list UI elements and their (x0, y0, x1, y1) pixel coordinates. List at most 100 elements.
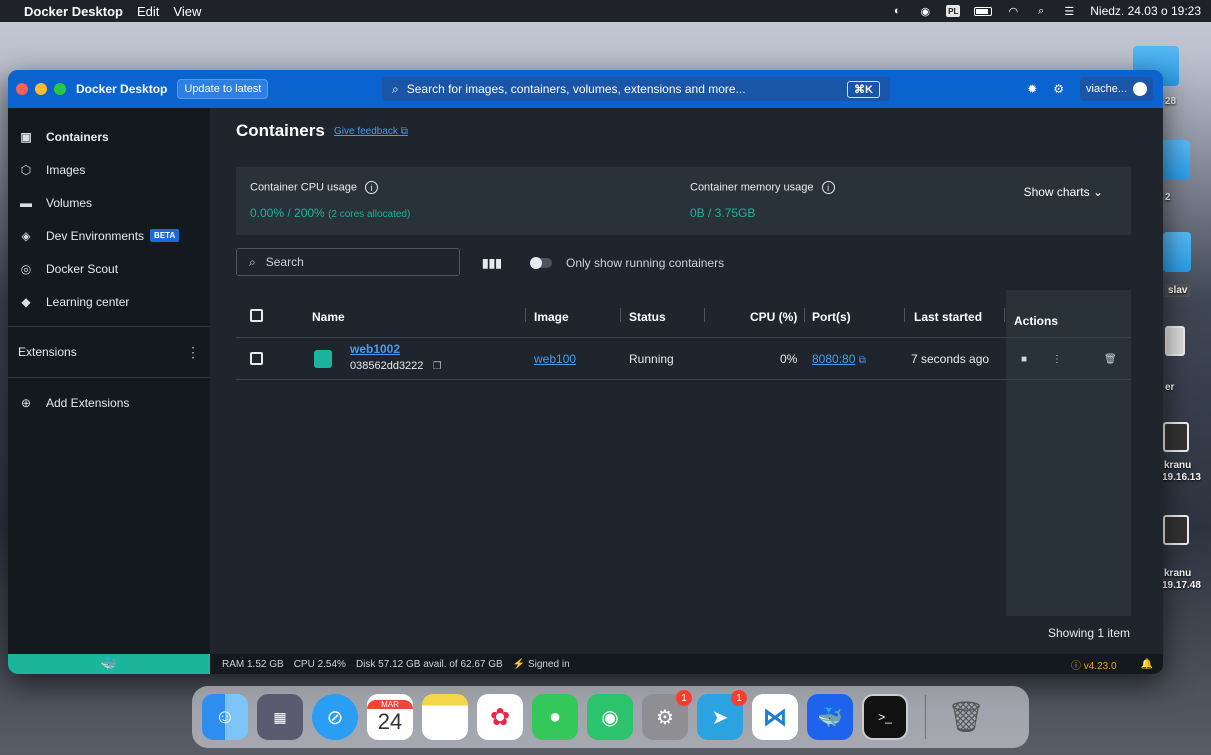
copy-icon[interactable]: ❐ (432, 361, 441, 372)
table-row[interactable]: web1002 038562dd3222 ❐ web100 Running 0%… (236, 338, 1131, 380)
status-extra-icon[interactable]: ◐ (890, 5, 904, 17)
status-app-icon[interactable]: ◉ (918, 5, 932, 18)
find-my-icon[interactable]: ◉ (587, 694, 633, 740)
troubleshoot-bug-icon[interactable]: ✹ (1027, 82, 1037, 96)
container-search-placeholder: Search (265, 255, 304, 269)
vscode-icon[interactable]: ⋈ (752, 694, 798, 740)
user-name: viache... (1086, 83, 1127, 95)
input-source-icon[interactable]: PL (946, 5, 961, 17)
menu-edit[interactable]: Edit (137, 4, 159, 19)
extensions-menu-icon[interactable]: ⋮ (186, 344, 200, 361)
zoom-window-button[interactable] (54, 83, 66, 95)
more-actions-icon[interactable]: ⋮ (1052, 354, 1062, 365)
trash-icon[interactable]: 🗑 (943, 694, 989, 740)
dock-separator (925, 695, 926, 739)
sidebar-item-dev-environments[interactable]: ◈ Dev Environments BETA (8, 219, 210, 252)
row-checkbox[interactable] (250, 352, 263, 365)
docker-icon[interactable]: 🐳 (807, 694, 853, 740)
battery-icon[interactable] (974, 6, 993, 16)
sidebar-item-docker-scout[interactable]: ◎ Docker Scout (8, 252, 210, 285)
search-icon: ⌕ (392, 81, 399, 96)
sidebar-item-learning-center[interactable]: ◆ Learning center (8, 285, 210, 318)
sidebar: ▣ Containers ⬡ Images ▬ Volumes ◈ Dev En… (8, 108, 210, 674)
info-icon[interactable]: i (821, 181, 835, 194)
cpu-usage-value: 0.00% / 200% (2 cores allocated) (250, 206, 410, 220)
column-actions: Actions (1014, 314, 1059, 328)
plug-icon: ⚡ (512, 658, 526, 670)
container-name-link[interactable]: web1002 (350, 342, 400, 356)
notes-icon[interactable] (422, 694, 468, 740)
column-cpu[interactable]: CPU (%) (750, 310, 797, 324)
desktop-screenshot-icon[interactable] (1163, 515, 1189, 545)
photos-icon[interactable]: ✿ (477, 694, 523, 740)
calendar-icon[interactable]: MAR 24 (367, 694, 413, 740)
control-center-icon[interactable]: ☰ (1062, 5, 1076, 18)
container-port[interactable]: 8080:80 ⧉ (812, 352, 866, 366)
settings-gear-icon[interactable]: ⚙ (1053, 82, 1064, 96)
notifications-bell-icon[interactable]: 🔔 (1141, 659, 1153, 670)
launchpad-icon[interactable]: ▦ (257, 694, 303, 740)
give-feedback-link[interactable]: Give feedback ⧉ (334, 126, 408, 137)
containers-main: Containers Give feedback ⧉ Container CPU… (210, 108, 1163, 674)
cpu-usage-label: Container CPU usage i (250, 181, 379, 194)
notification-badge: 1 (676, 690, 692, 706)
column-status[interactable]: Status (629, 310, 666, 324)
ram-usage: RAM 1.52 GB (222, 658, 284, 670)
signed-in-status[interactable]: ⚡ Signed in (513, 659, 570, 670)
memory-usage-label-text: Container memory usage (690, 181, 814, 194)
chevron-down-icon: ⌄ (1092, 185, 1103, 199)
messages-icon[interactable]: ● (532, 694, 578, 740)
docker-desktop-window: Docker Desktop Update to latest ⌕ Search… (8, 70, 1163, 674)
terminal-icon[interactable]: >_ (862, 694, 908, 740)
safari-icon[interactable]: ⊘ (312, 694, 358, 740)
column-separator (804, 308, 805, 322)
select-all-checkbox[interactable] (250, 309, 263, 322)
menu-app-name[interactable]: Docker Desktop (24, 4, 123, 19)
spotlight-search-icon[interactable]: ⌕ (1034, 5, 1048, 17)
info-icon[interactable]: i (365, 181, 379, 194)
show-charts-button[interactable]: Show charts ⌄ (1024, 185, 1103, 199)
only-running-toggle[interactable] (530, 257, 552, 269)
column-name[interactable]: Name (312, 310, 345, 324)
column-image[interactable]: Image (534, 310, 569, 324)
menu-view[interactable]: View (173, 4, 201, 19)
sidebar-item-images[interactable]: ⬡ Images (8, 153, 210, 186)
external-link-icon: ⧉ (858, 355, 866, 366)
sidebar-item-label: Containers (46, 129, 109, 144)
title-bar-actions: ✹ ⚙ viache... (1027, 77, 1153, 101)
container-image-link[interactable]: web100 (534, 352, 576, 366)
wifi-icon[interactable]: ◠ (1006, 5, 1020, 18)
desktop-folder-icon[interactable] (1163, 232, 1191, 272)
port-link[interactable]: 8080:80 (812, 352, 855, 366)
column-last-started[interactable]: Last started (914, 310, 982, 324)
menu-bar-clock[interactable]: Niedz. 24.03 o 19:23 (1090, 4, 1201, 18)
telegram-icon[interactable]: ➤ 1 (697, 690, 747, 740)
desktop-label: slav (1165, 284, 1191, 297)
containers-icon: ▣ (20, 129, 32, 144)
engine-status-bar[interactable]: 🐳 (8, 654, 210, 674)
minimize-window-button[interactable] (35, 83, 47, 95)
stop-icon[interactable]: ■ (1021, 354, 1027, 365)
finder-icon[interactable]: ☺ (202, 694, 248, 740)
desktop-screenshot-icon[interactable] (1163, 422, 1189, 452)
update-to-latest-button[interactable]: Update to latest (177, 79, 269, 99)
user-account-button[interactable]: viache... (1080, 77, 1153, 101)
version-badge[interactable]: ⓘ v4.23.0 (1071, 657, 1117, 672)
sidebar-item-volumes[interactable]: ▬ Volumes (8, 186, 210, 219)
container-cpu: 0% (780, 352, 798, 366)
sidebar-item-containers[interactable]: ▣ Containers (8, 120, 210, 153)
close-window-button[interactable] (16, 83, 28, 95)
give-feedback-text: Give feedback (334, 126, 398, 137)
desktop-file-icon[interactable] (1165, 326, 1185, 356)
images-icon: ⬡ (20, 162, 32, 177)
system-settings-icon[interactable]: ⚙ 1 (642, 690, 692, 740)
learning-center-icon: ◆ (21, 294, 31, 309)
show-charts-label: Show charts (1023, 185, 1090, 199)
container-search-input[interactable]: ⌕ Search (236, 248, 460, 276)
delete-trash-icon[interactable]: 🗑 (1104, 354, 1117, 365)
column-ports[interactable]: Port(s) (812, 310, 851, 324)
desktop-folder-icon[interactable] (1160, 140, 1190, 180)
global-search-bar[interactable]: ⌕ Search for images, containers, volumes… (382, 77, 890, 101)
columns-toggle-icon[interactable]: ▮▮▮ (482, 256, 502, 270)
add-extensions-button[interactable]: ⊕ Add Extensions (8, 386, 210, 419)
